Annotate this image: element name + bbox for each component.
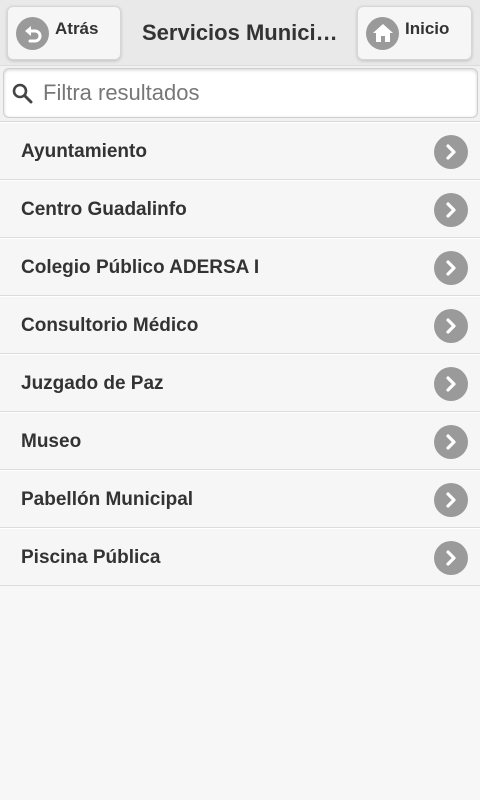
header-bar: Atrás Servicios Municipales Inicio <box>0 0 480 66</box>
list-item-label: Piscina Pública <box>21 547 161 568</box>
home-icon <box>366 16 399 50</box>
search-field[interactable] <box>3 68 478 118</box>
list-item-label: Consultorio Médico <box>21 315 199 336</box>
chevron-right-icon <box>434 193 468 227</box>
list-item[interactable]: Consultorio Médico <box>0 296 480 354</box>
list-item[interactable]: Centro Guadalinfo <box>0 180 480 238</box>
list-item[interactable]: Pabellón Municipal <box>0 470 480 528</box>
chevron-right-icon <box>434 425 468 459</box>
chevron-right-icon <box>434 367 468 401</box>
page-title-text: Servicios Municipales <box>142 20 338 45</box>
list-item[interactable]: Piscina Pública <box>0 528 480 586</box>
home-button[interactable]: Inicio <box>357 6 472 60</box>
chevron-right-icon <box>434 541 468 575</box>
chevron-right-icon <box>434 309 468 343</box>
list-item-label: Juzgado de Paz <box>21 373 164 394</box>
search-input[interactable] <box>43 73 443 113</box>
services-list: Ayuntamiento Centro Guadalinfo Colegio P… <box>0 122 480 586</box>
chevron-right-icon <box>434 251 468 285</box>
chevron-right-icon <box>434 483 468 517</box>
back-button-label: Atrás <box>55 19 99 38</box>
undo-arrow-icon <box>16 16 49 50</box>
list-item-label: Colegio Público ADERSA I <box>21 257 260 278</box>
list-item-label: Ayuntamiento <box>21 141 147 162</box>
home-button-label: Inicio <box>405 19 450 38</box>
list-item-label: Pabellón Municipal <box>21 489 194 510</box>
search-bar <box>0 66 480 122</box>
list-item[interactable]: Ayuntamiento <box>0 122 480 180</box>
list-item-label: Museo <box>21 431 82 452</box>
list-item[interactable]: Colegio Público ADERSA I <box>0 238 480 296</box>
search-icon <box>12 83 33 104</box>
list-item[interactable]: Juzgado de Paz <box>0 354 480 412</box>
chevron-right-icon <box>434 135 468 169</box>
list-item-label: Centro Guadalinfo <box>21 199 187 220</box>
page-title: Servicios Municipales <box>130 0 350 66</box>
list-item[interactable]: Museo <box>0 412 480 470</box>
back-button[interactable]: Atrás <box>7 6 121 60</box>
